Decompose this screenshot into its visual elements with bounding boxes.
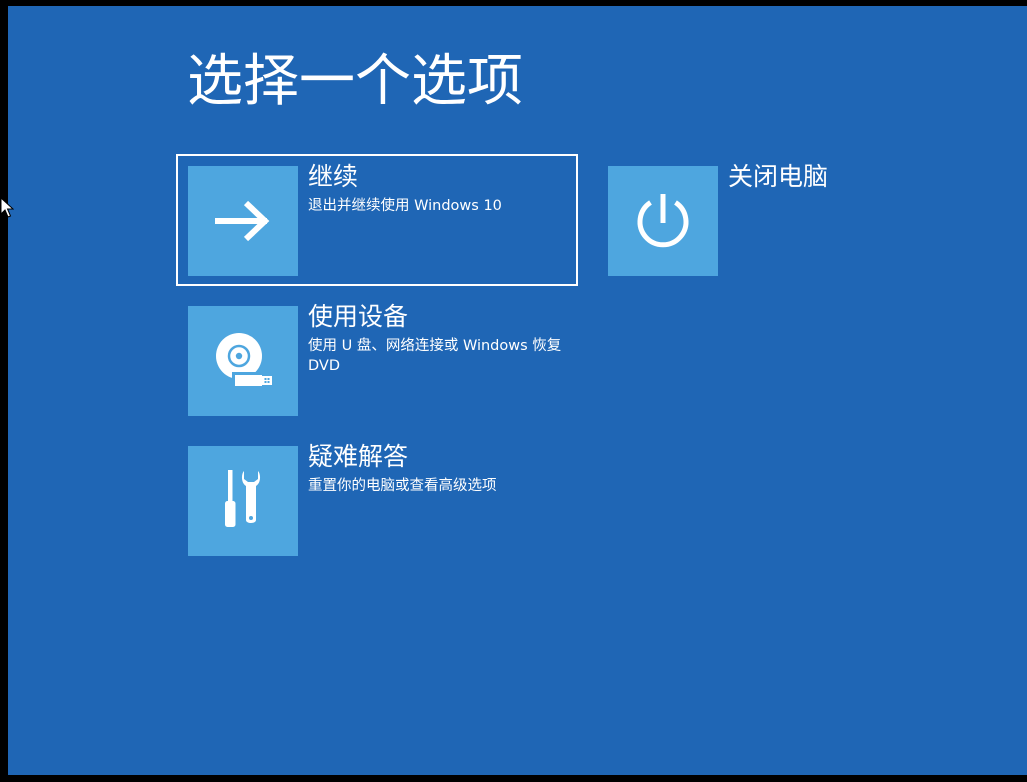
shutdown-option[interactable]: 关闭电脑 [596,154,998,286]
use-device-option[interactable]: 使用设备 使用 U 盘、网络连接或 Windows 恢复 DVD [176,294,578,426]
troubleshoot-option[interactable]: 疑难解答 重置你的电脑或查看高级选项 [176,434,578,566]
continue-description: 退出并继续使用 Windows 10 [308,198,502,214]
tools-icon [225,470,261,527]
disc-usb-icon [216,333,272,389]
power-icon [637,194,689,248]
mouse-pointer-icon [0,197,14,218]
arrow-right-icon [215,200,270,242]
continue-title: 继续 [308,162,359,191]
shutdown-tile [608,166,718,276]
use-device-tile [188,306,298,416]
recovery-screen: 选择一个选项 继续 退出并继续使用 Windows 10 关闭电脑 使用设备 使… [8,6,1027,775]
page-title: 选择一个选项 [187,49,523,114]
troubleshoot-description: 重置你的电脑或查看高级选项 [308,478,497,494]
troubleshoot-title: 疑难解答 [308,442,409,471]
use-device-description: 使用 U 盘、网络连接或 Windows 恢复 DVD [308,338,562,374]
use-device-title: 使用设备 [308,302,409,331]
troubleshoot-tile [188,446,298,556]
shutdown-title: 关闭电脑 [728,162,829,191]
continue-tile [188,166,298,276]
continue-option[interactable]: 继续 退出并继续使用 Windows 10 [176,154,578,286]
